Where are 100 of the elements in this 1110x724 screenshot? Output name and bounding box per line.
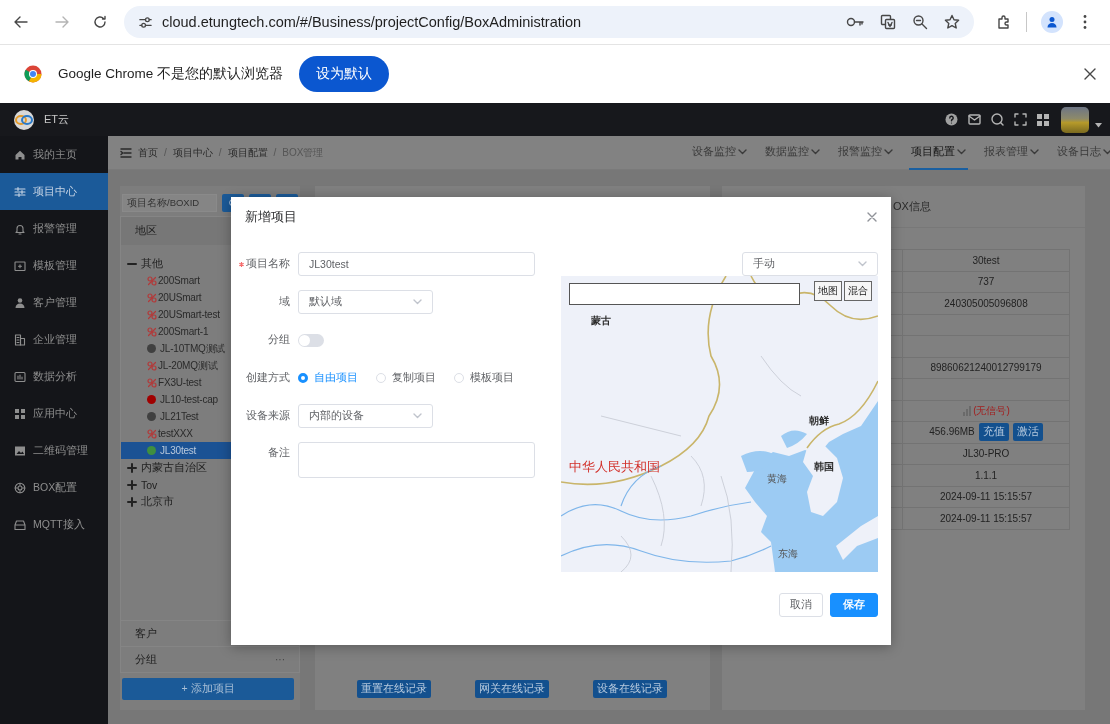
nav-tab[interactable]: 数据监控 [763, 135, 822, 170]
sidebar-item[interactable]: 客户管理 [0, 284, 108, 321]
bell-icon [14, 222, 26, 235]
record-button[interactable]: 网关在线记录 [475, 680, 549, 698]
caret-icon[interactable] [1095, 123, 1102, 128]
tree-item[interactable]: Tov [121, 476, 299, 493]
group-switch[interactable] [298, 333, 324, 347]
tree-item[interactable]: 200Smart [121, 272, 299, 289]
link-icon [147, 377, 157, 388]
zoom-icon[interactable] [912, 14, 928, 30]
tree-item[interactable]: 内蒙古自治区 [121, 459, 299, 476]
address-bar[interactable]: cloud.etungtech.com/#/Business/projectConfig/BoxAdministration [124, 6, 974, 38]
building-icon [14, 333, 26, 346]
nav-tab[interactable]: 设备监控 [690, 135, 749, 170]
table-cell-text: 30test [972, 254, 1000, 266]
sidebar-item[interactable]: 应用中心 [0, 395, 108, 432]
chevron-down-icon [858, 261, 867, 267]
breadcrumb-link[interactable]: 项目中心 [172, 145, 213, 160]
list-icon [14, 185, 26, 198]
form-label: 设备来源 [246, 409, 290, 423]
extensions-icon[interactable] [996, 14, 1012, 30]
caret-icon [1103, 148, 1110, 155]
group-header[interactable]: 分组 [135, 652, 157, 667]
caret-icon [738, 148, 747, 155]
select-field[interactable]: 内部的设备 [298, 404, 433, 428]
folder-icon [14, 259, 26, 272]
infobar-message: Google Chrome 不是您的默认浏览器 [58, 65, 284, 83]
translate-icon[interactable] [880, 14, 896, 30]
apps-grid-icon[interactable] [1037, 113, 1049, 126]
map-label: 朝鲜 [809, 414, 829, 428]
record-button[interactable]: 重置在线记录 [357, 680, 431, 698]
mail-icon[interactable] [968, 114, 981, 125]
select-field[interactable]: 默认域 [298, 290, 433, 314]
radio-option[interactable]: 复制项目 [376, 371, 436, 385]
sidebar-item[interactable]: 项目中心 [0, 173, 108, 210]
tree-item[interactable]: JL10-test-cap [121, 391, 299, 408]
breadcrumb-link[interactable]: 首页 [138, 145, 158, 160]
form-label: 备注 [268, 446, 290, 460]
sidebar-item[interactable]: 我的主页 [0, 136, 108, 173]
nav-tab[interactable]: 报警监控 [836, 135, 895, 170]
table-action-button[interactable]: 激活 [1012, 423, 1043, 442]
sidebar-item[interactable]: BOX配置 [0, 469, 108, 506]
fullscreen-icon[interactable] [1014, 113, 1027, 126]
link-icon [147, 309, 157, 320]
record-button[interactable]: 设备在线记录 [593, 680, 667, 698]
profile-avatar[interactable] [1041, 11, 1063, 33]
link-icon [147, 360, 157, 371]
expand-icon[interactable] [127, 462, 137, 473]
breadcrumb-link[interactable]: 项目配置 [227, 145, 268, 160]
key-icon[interactable] [846, 15, 864, 29]
tree-item[interactable]: 北京市 [121, 493, 299, 510]
browser-logo-icon [24, 65, 42, 83]
search-field[interactable]: 项目名称/BOXID [122, 194, 217, 212]
reload-icon[interactable] [92, 14, 108, 30]
menu-dots-icon[interactable] [1083, 14, 1087, 30]
sidebar-item[interactable]: 企业管理 [0, 321, 108, 358]
nav-tab[interactable]: 项目配置 [909, 135, 968, 170]
close-icon[interactable] [1084, 68, 1096, 80]
map-type-button[interactable]: 地图 [814, 281, 842, 301]
radio-option[interactable]: 模板项目 [454, 371, 514, 385]
tree-item[interactable]: 20USmart-test [121, 306, 299, 323]
group-header[interactable]: 客户 [135, 626, 157, 641]
radio-option[interactable]: 自由项目 [298, 371, 358, 385]
sidebar-item[interactable]: MQTT接入 [0, 506, 108, 543]
back-icon[interactable] [13, 14, 29, 30]
table-action-button[interactable]: 充值 [978, 423, 1009, 442]
app-logo-text: ET云 [44, 112, 70, 127]
gear-icon [14, 481, 26, 494]
sidebar-item[interactable]: 二维码管理 [0, 432, 108, 469]
project-name-input[interactable]: JL30test [298, 252, 535, 276]
expand-icon[interactable] [127, 479, 137, 490]
expand-icon[interactable] [127, 496, 137, 507]
menu-fold-icon[interactable] [120, 147, 132, 158]
site-settings-icon[interactable] [138, 14, 153, 30]
cancel-button[interactable]: 取消 [779, 593, 823, 617]
home-icon [14, 148, 26, 161]
map-type-button[interactable]: 混合 [844, 281, 872, 301]
table-cell-text: 2024-09-11 15:15:57 [939, 512, 1033, 524]
nav-tab[interactable]: 报表管理 [982, 135, 1041, 170]
breadcrumb-separator: / [273, 147, 277, 158]
save-button[interactable]: 保存 [830, 593, 878, 617]
caret-icon [957, 148, 966, 155]
map-search-input[interactable] [569, 283, 800, 305]
user-icon [14, 296, 26, 309]
table-cell-text: 240305005096808 [944, 297, 1028, 309]
set-default-button[interactable]: 设为默认 [299, 56, 390, 92]
sidebar-item[interactable]: 报警管理 [0, 210, 108, 247]
location-mode-select[interactable]: 手动 [742, 252, 878, 276]
avatar-image[interactable] [1061, 106, 1089, 133]
tree-item[interactable]: testXXX [121, 425, 299, 442]
more-button[interactable]: ··· [275, 654, 285, 665]
map-label: 韩国 [814, 460, 834, 474]
sidebar-item[interactable]: 数据分析 [0, 358, 108, 395]
search-icon[interactable] [991, 113, 1004, 126]
nav-tab[interactable]: 设备日志 [1055, 135, 1110, 170]
sidebar-item[interactable]: 模板管理 [0, 247, 108, 284]
help-icon[interactable] [945, 113, 958, 126]
breadcrumb-separator: / [218, 147, 222, 158]
bookmark-star-icon[interactable] [944, 14, 960, 30]
add-project-button[interactable]: + 添加项目 [122, 678, 294, 700]
